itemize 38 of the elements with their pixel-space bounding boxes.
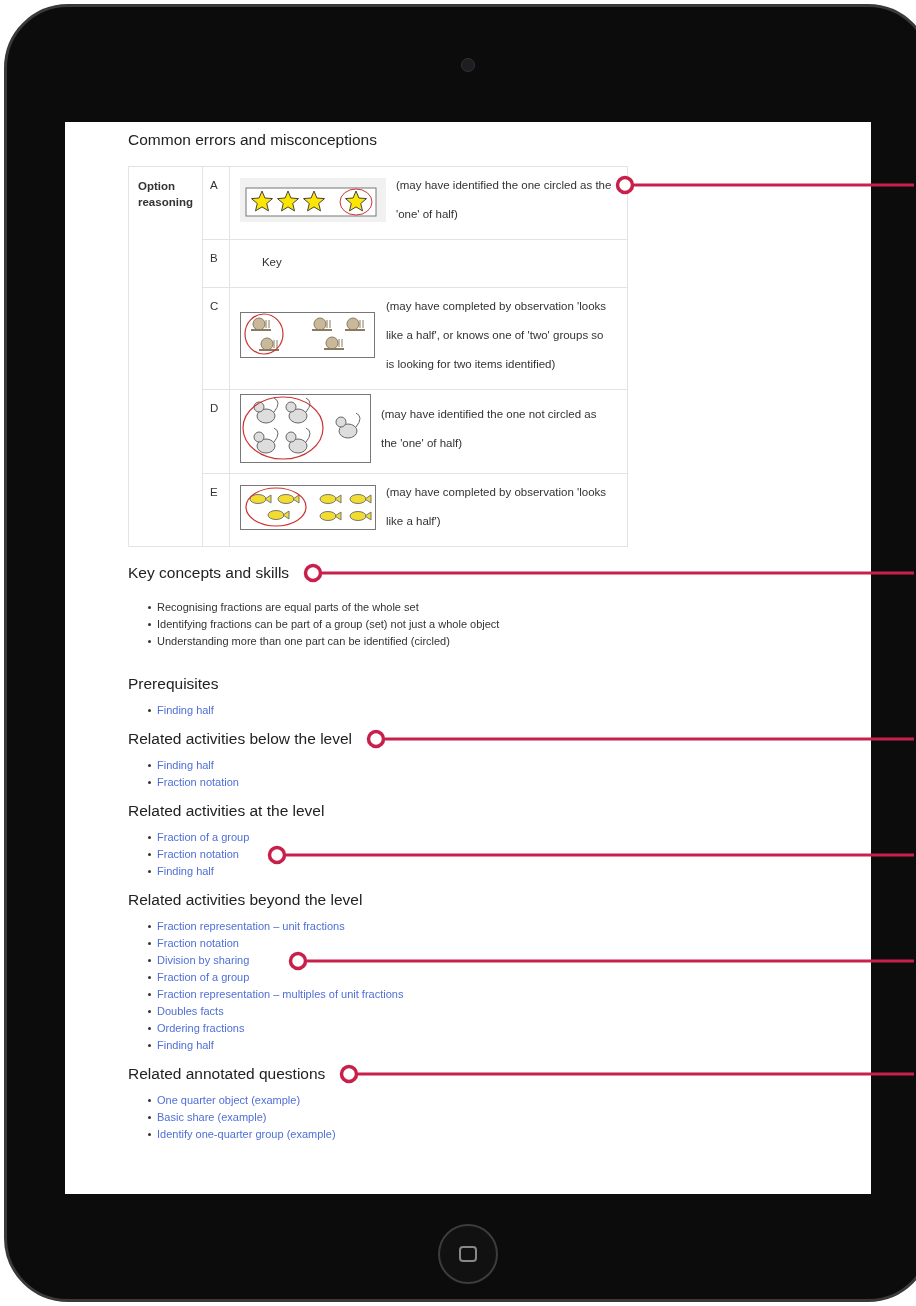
table-cell: B [202,239,230,288]
section-heading: Related annotated questions [128,1064,326,1084]
activity-link[interactable]: Identify one-quarter group (example) [157,1126,336,1143]
list-item-text: Identifying fractions can be part of a group (set) not just a whole object [157,617,500,633]
activity-link[interactable]: One quarter object (example) [157,1092,301,1109]
reasoning-text: Key [260,255,282,270]
activity-link[interactable]: Fraction notation [157,846,239,863]
section-heading: Related activities below the level [128,729,352,749]
activity-link[interactable]: Fraction notation [157,935,239,952]
activity-link[interactable]: Basic share (example) [157,1109,267,1126]
reasoning-text: (may have identified the one circled as the 'one' of half) [395,178,613,222]
table-cell: A [202,166,230,240]
section-heading: Prerequisites [128,674,219,694]
reasoning-text: (may have completed by observation 'looks like a half') [385,485,608,529]
table-cell: Option reasoning [128,166,203,547]
section-heading: Related activities at the level [128,801,325,821]
activity-link[interactable]: Fraction of a group [157,829,250,846]
list-item-text: Understanding more than one part can be identified (circled) [157,634,450,650]
reasoning-text: (may have identified the one not circled as the 'one' of half) [380,406,598,451]
section-heading: Related activities beyond the level [128,890,363,910]
section-heading: Key concepts and skills [128,563,290,583]
activity-link[interactable]: Finding half [157,702,214,719]
activity-link[interactable]: Fraction representation – multiples of unit fractions [157,986,404,1003]
activity-link[interactable]: Doubles facts [157,1003,224,1020]
activity-link[interactable]: Fraction of a group [157,969,250,986]
reasoning-text: (may have completed by observation 'looks like a half', or knows one of 'two' groups so is looking for two items identified) [385,299,608,372]
table-cell: D [202,389,230,474]
section-heading: Common errors and misconceptions [128,130,378,150]
activity-link[interactable]: Division by sharing [157,952,250,969]
activity-link[interactable]: Finding half [157,863,214,880]
list-item-text: Recognising fractions are equal parts of the whole set [157,600,419,616]
activity-link[interactable]: Ordering fractions [157,1020,245,1037]
activity-link[interactable]: Finding half [157,1037,214,1054]
activity-link[interactable]: Fraction representation – unit fractions [157,918,345,935]
table-cell: C [202,287,230,390]
activity-link[interactable]: Fraction notation [157,774,239,791]
activity-link[interactable]: Finding half [157,757,214,774]
table-cell: E [202,473,230,547]
